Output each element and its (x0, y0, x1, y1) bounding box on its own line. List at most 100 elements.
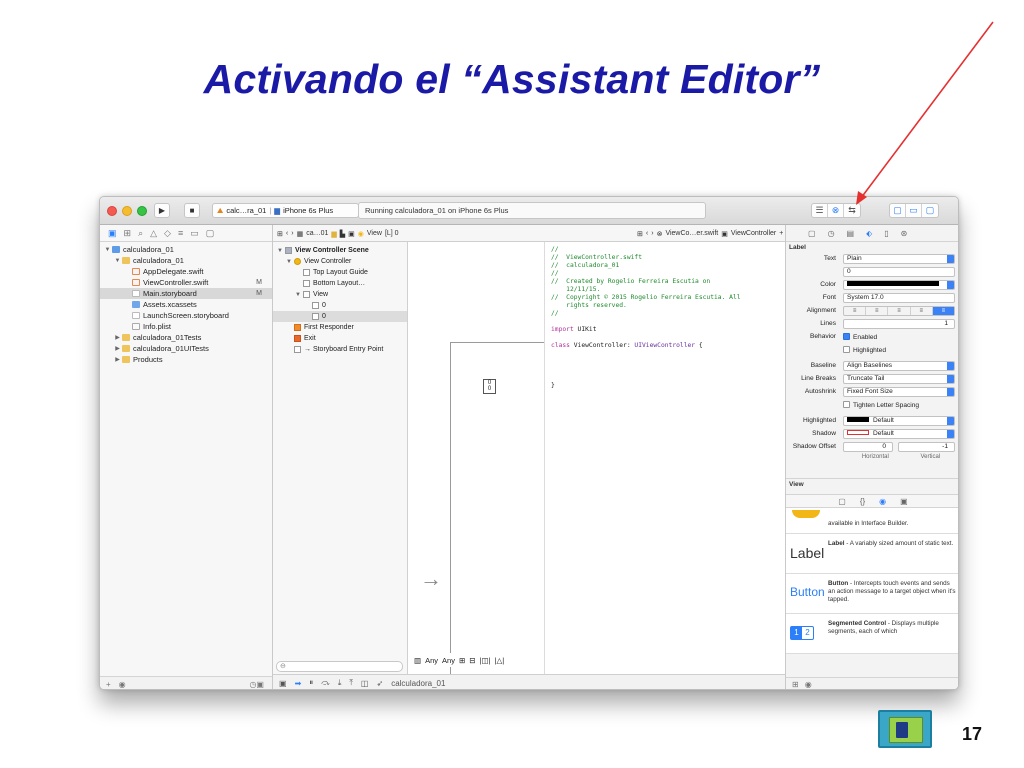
hide-debug-icon[interactable]: ▣ (279, 679, 287, 688)
step-over-icon[interactable]: ⤼ (321, 678, 330, 688)
outline-item[interactable]: Bottom Layout… (273, 278, 407, 289)
run-button[interactable]: ▶ (154, 203, 170, 218)
outline-item[interactable]: Exit (273, 333, 407, 344)
shadow-color-select[interactable]: Default (843, 429, 955, 439)
media-library-icon[interactable]: ▣ (900, 497, 908, 506)
disclosure-icon[interactable]: ▶ (113, 345, 122, 352)
font-field[interactable]: System 17.0 (843, 293, 955, 303)
navigator-item[interactable]: ▼ calculadora_01 (100, 244, 272, 255)
assistant-code-editor[interactable]: //// ViewController.swift// calculadora_… (544, 242, 785, 674)
add-assistant-icon[interactable]: + (779, 230, 783, 237)
related-items-icon[interactable]: ⊞ (637, 230, 643, 238)
view-controller-scene[interactable] (450, 342, 546, 682)
color-select[interactable] (843, 280, 955, 290)
assistant-editor-icon[interactable]: ⊗ (828, 204, 844, 217)
file-inspector-icon[interactable]: ▢ (808, 229, 816, 238)
disclosure-icon[interactable]: ▼ (295, 292, 303, 298)
recent-files-icon[interactable]: ◷▣ (249, 680, 264, 689)
step-out-icon[interactable]: ⤒ (349, 678, 353, 688)
align-icon[interactable]: ⊟ (469, 656, 475, 665)
navigator-item[interactable]: ▶ calculadora_01UITests (100, 343, 272, 354)
related-items-icon[interactable]: ⊞ (277, 230, 283, 238)
alignment-control[interactable]: ≡ ≡ ≡ ≡ ≡ (843, 306, 955, 316)
breakpoint-nav-icon[interactable]: ▭ (190, 228, 199, 239)
forward-icon[interactable]: › (651, 230, 653, 237)
lines-stepper[interactable]: 1 (843, 319, 955, 329)
standard-editor-icon[interactable]: ☰ (812, 204, 828, 217)
breakpoints-icon[interactable]: ➡ (295, 679, 302, 688)
forward-icon[interactable]: › (291, 230, 293, 237)
view-hierarchy-icon[interactable]: ◫ (361, 679, 369, 688)
add-icon[interactable]: + (106, 680, 111, 689)
outline-item[interactable]: First Responder (273, 322, 407, 333)
outline-filter-input[interactable]: ⊖ (276, 661, 403, 672)
label-element[interactable]: 00 (483, 379, 496, 394)
zoom-window-button[interactable] (137, 206, 147, 216)
library-item[interactable]: Button Button - Intercepts touch events a… (786, 574, 958, 614)
line-breaks-select[interactable]: Truncate Tail (843, 374, 955, 384)
storyboard-crumb[interactable]: ca…01 (306, 230, 328, 237)
outline-item[interactable]: 0 (273, 300, 407, 311)
filter-icon[interactable]: ◉ (119, 680, 126, 689)
text-type-select[interactable]: Plain (843, 254, 955, 264)
outline-item[interactable]: ▼ View (273, 289, 407, 300)
tighten-checkbox[interactable]: Tighten Letter Spacing (843, 401, 919, 409)
shadow-offset-v-field[interactable]: -1 (898, 442, 955, 452)
autoshrink-select[interactable]: Fixed Font Size (843, 387, 955, 397)
stack-icon[interactable]: ⊞ (459, 656, 465, 665)
navigator-item[interactable]: Info.plist (100, 321, 272, 332)
navigator-toggle-icon[interactable]: ▢ (890, 204, 906, 217)
debug-nav-icon[interactable]: ≡ (178, 228, 183, 238)
shadow-offset-h-field[interactable]: 0 (843, 442, 893, 452)
identity-inspector-icon[interactable]: ▤ (847, 229, 855, 238)
close-window-button[interactable] (107, 206, 117, 216)
navigator-item[interactable]: Main.storyboard M (100, 288, 272, 299)
pause-icon[interactable]: ⏸ (309, 678, 313, 688)
text-value-field[interactable]: 0 (843, 267, 955, 277)
storyboard-canvas[interactable]: 00 → (408, 242, 546, 682)
file-template-icon[interactable]: ▢ (838, 497, 846, 506)
stop-button[interactable]: ■ (184, 203, 200, 218)
baseline-select[interactable]: Align Baselines (843, 361, 955, 371)
debug-area-toggle-icon[interactable]: ▭ (906, 204, 922, 217)
highlighted-checkbox[interactable]: Highlighted (843, 346, 886, 354)
navigator-item[interactable]: ▶ Products (100, 354, 272, 365)
size-class-w[interactable]: Any (425, 656, 438, 665)
resolve-icon[interactable]: |△| (495, 656, 505, 665)
navigator-item[interactable]: ViewController.swift M (100, 277, 272, 288)
disclosure-icon[interactable]: ▼ (113, 258, 122, 264)
filter-icon[interactable]: ◉ (805, 680, 812, 689)
outline-item[interactable]: Top Layout Guide (273, 267, 407, 278)
storyboard-jump-bar[interactable]: ⊞ ‹ › ▦ ca…01 ▆ ▙ ▣ ◉ View [L] 0 (277, 225, 399, 242)
assistant-jump-bar[interactable]: ⊞ ‹ › ⊗ ViewCo…er.swift ▣ ViewController… (637, 225, 790, 242)
size-inspector-icon[interactable]: ▯ (884, 229, 888, 238)
assistant-class[interactable]: ViewController (731, 230, 776, 237)
test-nav-icon[interactable]: ◇ (164, 228, 171, 239)
size-class-h[interactable]: Any (442, 656, 455, 665)
library-item[interactable]: Label Label - A variably sized amount of … (786, 534, 958, 574)
highlighted-color-select[interactable]: Default (843, 416, 955, 426)
symbol-nav-icon[interactable]: ⊞ (124, 228, 132, 239)
step-in-icon[interactable]: ⤓ (338, 678, 342, 688)
disclosure-icon[interactable]: ▶ (113, 334, 122, 341)
outline-item[interactable]: ▼ View Controller (273, 256, 407, 267)
assistant-file[interactable]: ViewCo…er.swift (665, 230, 718, 237)
grid-view-icon[interactable]: ⊞ (792, 680, 799, 689)
back-icon[interactable]: ‹ (286, 230, 288, 237)
minimize-window-button[interactable] (122, 206, 132, 216)
enabled-checkbox[interactable]: Enabled (843, 333, 877, 341)
automatic-icon[interactable]: ⊗ (657, 230, 663, 238)
object-library-icon[interactable]: ◉ (879, 497, 886, 506)
library-item[interactable]: 1 2 Segmented Control - Displays multiple … (786, 614, 958, 654)
find-nav-icon[interactable]: ⌕ (138, 228, 143, 239)
navigator-item[interactable]: ▶ calculadora_01Tests (100, 332, 272, 343)
disclosure-icon[interactable]: ▼ (286, 259, 294, 265)
pin-icon[interactable]: |◫| (480, 656, 491, 665)
navigator-item[interactable]: AppDelegate.swift (100, 266, 272, 277)
disclosure-icon[interactable]: ▼ (103, 247, 112, 253)
disclosure-icon[interactable]: ▶ (113, 356, 122, 363)
scene-crumb[interactable]: View (367, 230, 382, 237)
folder-nav-icon[interactable]: ▣ (108, 228, 117, 239)
quick-help-icon[interactable]: ◷ (828, 229, 835, 238)
scheme-selector[interactable]: ⛰ calc…ra_01 | ▆ iPhone 6s Plus (212, 203, 359, 218)
